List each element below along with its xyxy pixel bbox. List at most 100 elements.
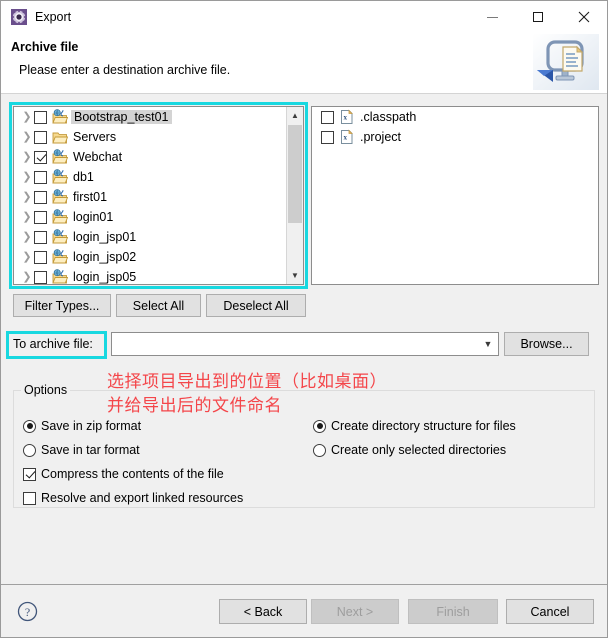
options-group-legend: Options — [21, 383, 71, 397]
svg-text:x: x — [343, 113, 347, 121]
option-label[interactable]: Save in zip format — [41, 419, 141, 433]
project-tree-list: ❯ Bootstrap_test01 ❯ Servers ❯ Webchat ❯… — [14, 107, 286, 284]
tree-vertical-scrollbar[interactable]: ▲ ▼ — [286, 107, 303, 284]
option-compress-contents[interactable]: Compress the contents of the file — [23, 467, 224, 481]
close-button[interactable] — [561, 1, 607, 33]
file-list-panel[interactable]: x .classpath x .project — [311, 106, 599, 285]
tree-row[interactable]: ❯ Servers — [14, 127, 286, 147]
deselect-all-button[interactable]: Deselect All — [206, 294, 306, 317]
archive-file-label: To archive file: — [13, 337, 93, 351]
archive-file-input[interactable] — [112, 334, 478, 354]
tree-item-label[interactable]: login_jsp05 — [73, 271, 136, 284]
chevron-right-icon[interactable]: ❯ — [20, 131, 34, 143]
file-item-checkbox[interactable] — [321, 110, 334, 124]
chevron-right-icon[interactable]: ❯ — [20, 211, 34, 223]
file-item-checkbox[interactable] — [321, 130, 334, 144]
tree-item-label[interactable]: login_jsp01 — [73, 231, 136, 244]
title-bar: Export — [1, 1, 607, 33]
tree-item-checkbox[interactable] — [34, 110, 47, 124]
radio-save-tar[interactable] — [23, 443, 36, 457]
tree-item-label[interactable]: first01 — [73, 191, 107, 204]
option-create-only-selected[interactable]: Create only selected directories — [313, 443, 506, 457]
page-description: Please enter a destination archive file. — [19, 63, 231, 77]
select-all-button[interactable]: Select All — [116, 294, 201, 317]
tree-row[interactable]: ❯ first01 — [14, 187, 286, 207]
dialog-body: ❯ Bootstrap_test01 ❯ Servers ❯ Webchat ❯… — [1, 94, 607, 584]
option-label[interactable]: Compress the contents of the file — [41, 467, 224, 481]
option-label[interactable]: Create only selected directories — [331, 443, 506, 457]
chevron-down-icon[interactable]: ▼ — [478, 339, 498, 349]
option-resolve-linked-resources[interactable]: Resolve and export linked resources — [23, 491, 243, 505]
tree-item-label[interactable]: login01 — [73, 211, 113, 224]
option-label[interactable]: Save in tar format — [41, 443, 140, 457]
tree-row[interactable]: ❯ login01 — [14, 207, 286, 227]
chevron-right-icon[interactable]: ❯ — [20, 191, 34, 203]
filter-types-button[interactable]: Filter Types... — [13, 294, 111, 317]
project-tree-panel[interactable]: ❯ Bootstrap_test01 ❯ Servers ❯ Webchat ❯… — [13, 106, 304, 285]
file-item-label[interactable]: .classpath — [360, 110, 416, 124]
tree-item-checkbox[interactable] — [34, 150, 47, 164]
java-project-folder-icon — [52, 149, 69, 165]
folder-icon — [52, 129, 69, 145]
scrollbar-thumb[interactable] — [288, 125, 302, 223]
java-project-folder-icon — [52, 269, 69, 284]
checkbox-compress-contents[interactable] — [23, 467, 36, 481]
radio-create-directory-structure[interactable] — [313, 419, 326, 433]
xml-file-icon: x — [339, 109, 355, 125]
help-question-icon[interactable]: ? — [17, 601, 38, 622]
tree-row[interactable]: ❯ login_jsp02 — [14, 247, 286, 267]
maximize-button[interactable] — [515, 1, 561, 33]
tree-item-label[interactable]: db1 — [73, 171, 94, 184]
tree-row[interactable]: ❯ db1 — [14, 167, 286, 187]
file-item-label[interactable]: .project — [360, 130, 401, 144]
scroll-up-button[interactable]: ▲ — [287, 107, 303, 124]
export-gear-icon — [11, 9, 27, 25]
tree-item-checkbox[interactable] — [34, 230, 47, 244]
maximize-icon — [533, 12, 543, 22]
tree-row[interactable]: ❯ login_jsp05 — [14, 267, 286, 284]
back-button[interactable]: < Back — [219, 599, 307, 624]
tree-item-label[interactable]: login_jsp02 — [73, 251, 136, 264]
java-project-folder-icon — [52, 189, 69, 205]
option-label[interactable]: Create directory structure for files — [331, 419, 516, 433]
tree-row[interactable]: ❯ Webchat — [14, 147, 286, 167]
radio-save-zip[interactable] — [23, 419, 36, 433]
chevron-right-icon[interactable]: ❯ — [20, 151, 34, 163]
java-project-folder-icon — [52, 229, 69, 245]
tree-item-checkbox[interactable] — [34, 270, 47, 284]
option-save-tar[interactable]: Save in tar format — [23, 443, 140, 457]
tree-item-checkbox[interactable] — [34, 130, 47, 144]
tree-item-checkbox[interactable] — [34, 250, 47, 264]
chevron-right-icon[interactable]: ❯ — [20, 251, 34, 263]
option-save-zip[interactable]: Save in zip format — [23, 419, 141, 433]
chevron-right-icon[interactable]: ❯ — [20, 271, 34, 283]
chevron-right-icon[interactable]: ❯ — [20, 231, 34, 243]
option-label[interactable]: Resolve and export linked resources — [41, 491, 243, 505]
chevron-right-icon[interactable]: ❯ — [20, 111, 34, 123]
minimize-button[interactable] — [469, 1, 515, 33]
tree-row[interactable]: ❯ Bootstrap_test01 — [14, 107, 286, 127]
scroll-down-button[interactable]: ▼ — [287, 267, 303, 284]
chevron-right-icon[interactable]: ❯ — [20, 171, 34, 183]
minimize-icon — [486, 16, 498, 18]
radio-create-only-selected[interactable] — [313, 443, 326, 457]
java-project-folder-icon — [52, 109, 69, 125]
tree-item-label[interactable]: Servers — [73, 131, 116, 144]
xml-file-icon: x — [339, 129, 355, 145]
cancel-button[interactable]: Cancel — [506, 599, 594, 624]
list-item[interactable]: x .project — [312, 127, 598, 147]
tree-item-label[interactable]: Bootstrap_test01 — [71, 109, 172, 125]
tree-item-label[interactable]: Webchat — [73, 151, 122, 164]
tree-item-checkbox[interactable] — [34, 210, 47, 224]
export-dialog-window: Export Archive file Please enter a desti… — [0, 0, 608, 638]
tree-item-checkbox[interactable] — [34, 190, 47, 204]
tree-item-checkbox[interactable] — [34, 170, 47, 184]
browse-button[interactable]: Browse... — [504, 332, 589, 356]
archive-file-combo[interactable]: ▼ — [111, 332, 499, 356]
list-item[interactable]: x .classpath — [312, 107, 598, 127]
checkbox-resolve-linked-resources[interactable] — [23, 491, 36, 505]
next-button: Next > — [311, 599, 399, 624]
option-create-directory-structure[interactable]: Create directory structure for files — [313, 419, 516, 433]
tree-row[interactable]: ❯ login_jsp01 — [14, 227, 286, 247]
svg-text:?: ? — [25, 605, 30, 619]
